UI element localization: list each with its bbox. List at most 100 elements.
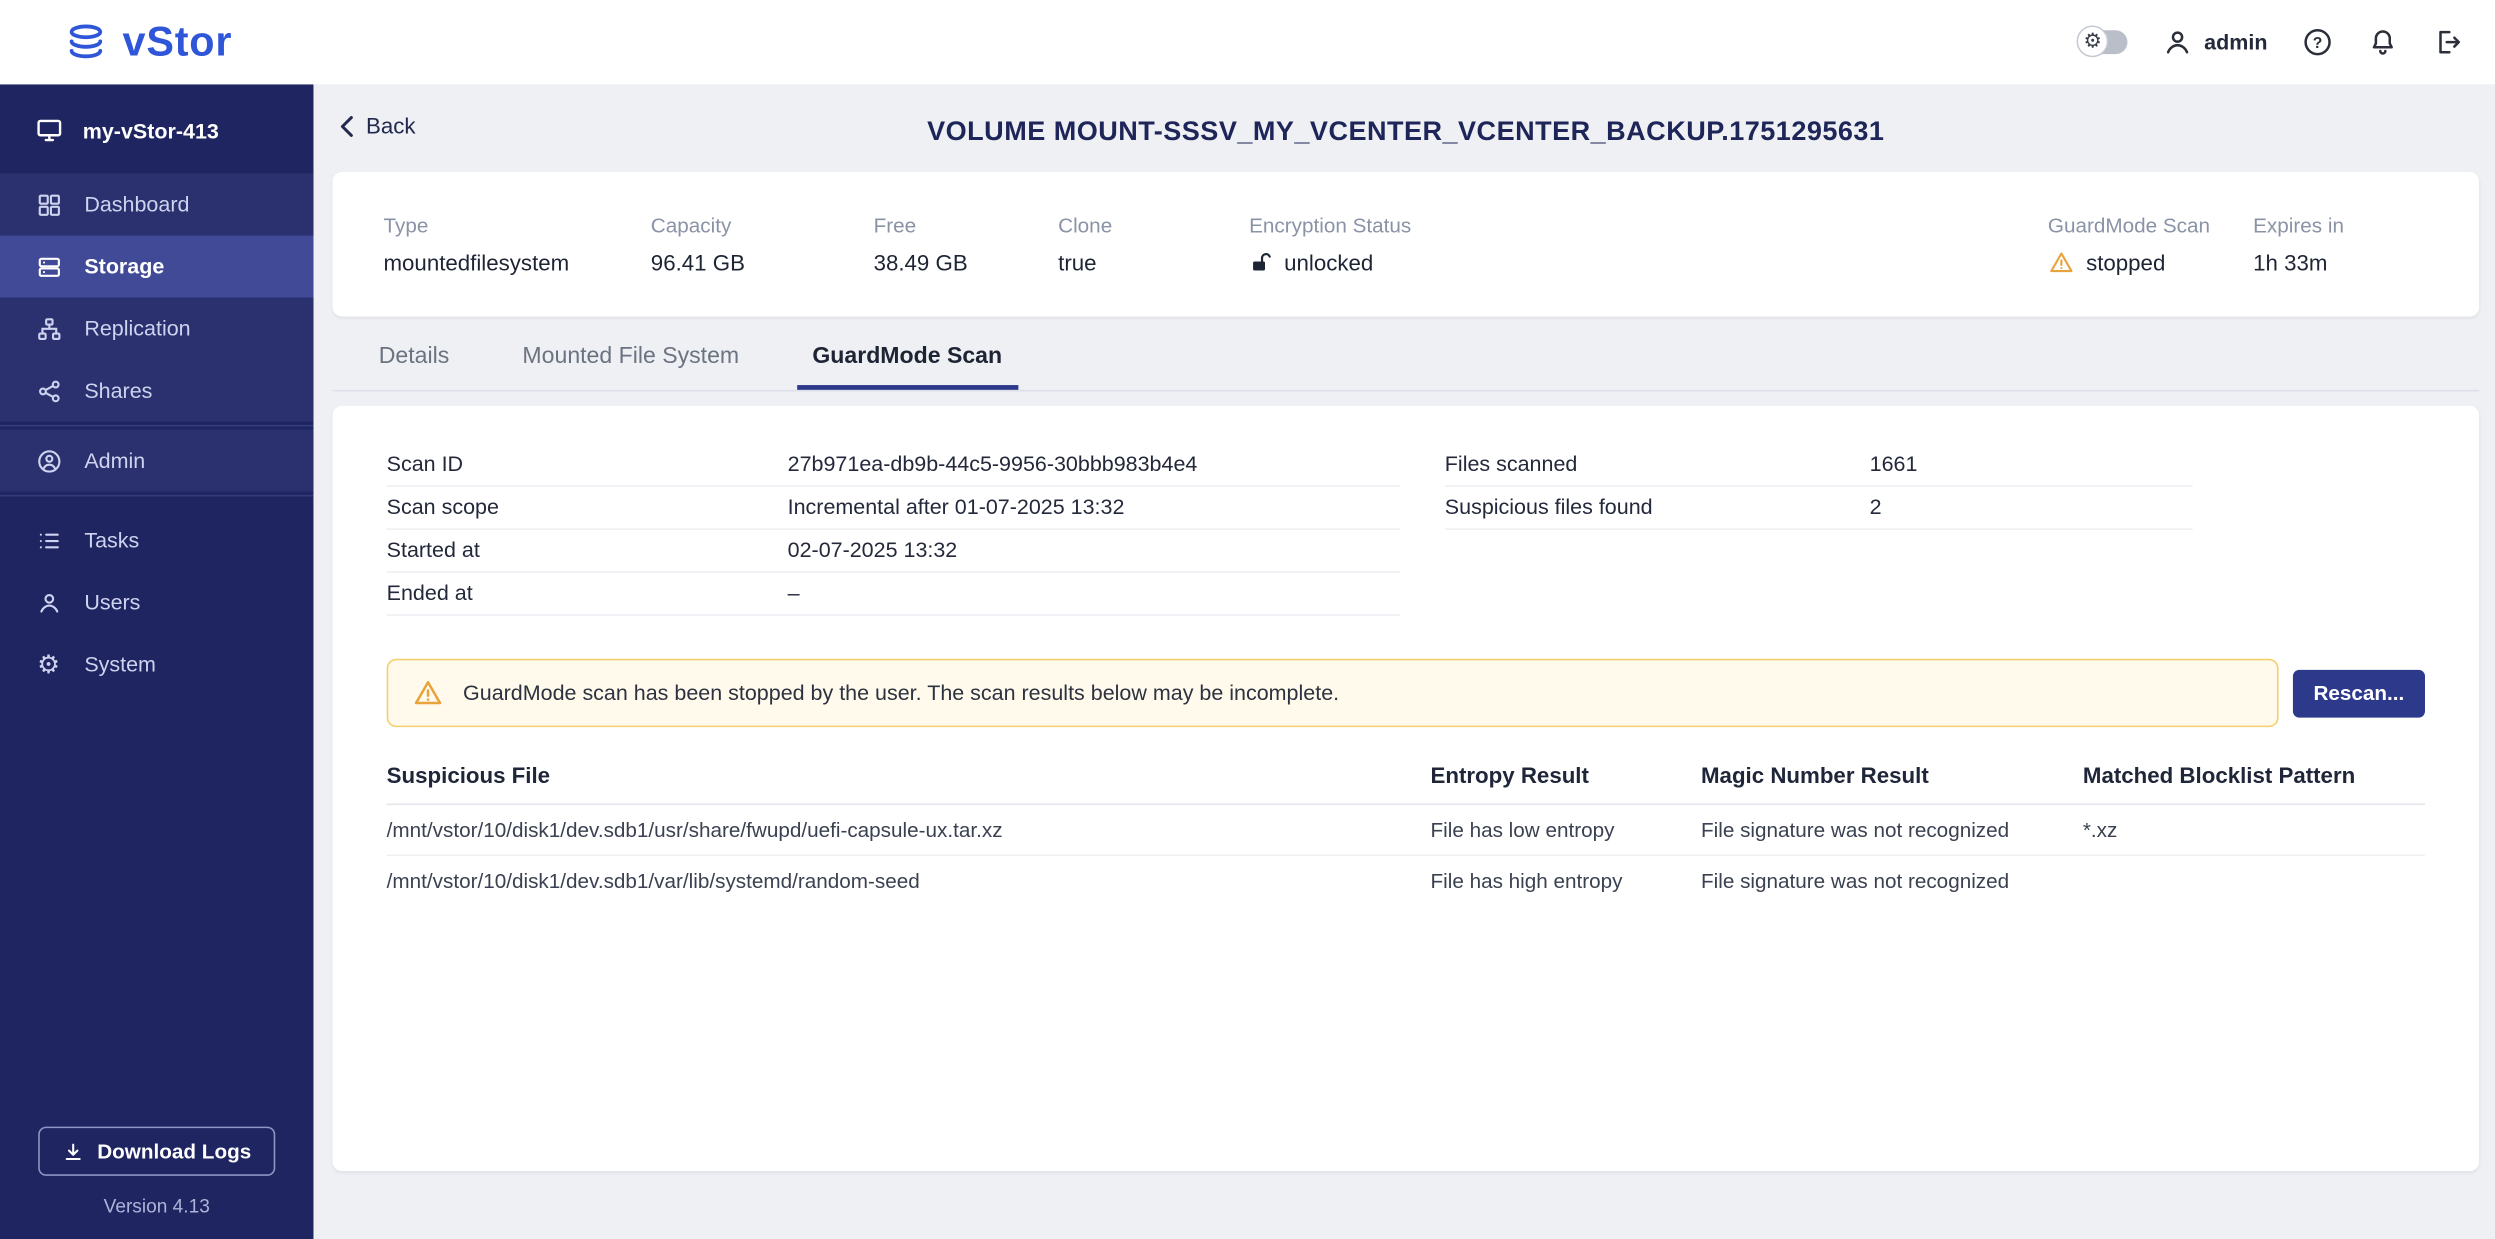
sidebar-item-admin[interactable]: Admin [0, 430, 313, 492]
unlock-icon [1249, 250, 1273, 275]
started-at-value: 02-07-2025 13:32 [788, 538, 958, 562]
sidebar: my-vStor-413 Dashboard Storage [0, 84, 313, 1239]
free-label: Free [874, 213, 1059, 237]
sidebar-item-label: Replication [84, 317, 190, 341]
notifications-bell-icon[interactable] [2368, 27, 2398, 57]
sidebar-item-label: System [84, 652, 156, 676]
sidebar-item-shares[interactable]: Shares [0, 360, 313, 422]
sidebar-item-label: Admin [84, 449, 145, 473]
sidebar-item-system[interactable]: ⚙ System [0, 633, 313, 695]
cell-entropy: File has high entropy [1430, 869, 1701, 893]
capacity-value: 96.41 GB [651, 250, 874, 275]
suspicious-files-row: Suspicious files found 2 [1445, 487, 2193, 530]
theme-toggle[interactable]: ⚙ [2080, 30, 2128, 54]
guardmode-scan-panel: Scan ID 27b971ea-db9b-44c5-9956-30bbb983… [333, 406, 2480, 1171]
cell-entropy: File has low entropy [1430, 818, 1701, 842]
guardmode-scan-label: GuardMode Scan [2048, 213, 2253, 237]
tasks-list-icon [35, 527, 62, 554]
type-label: Type [383, 213, 650, 237]
help-button[interactable]: ? [2302, 27, 2332, 57]
clone-value: true [1058, 250, 1249, 275]
scan-scope-row: Scan scope Incremental after 01-07-2025 … [387, 487, 1401, 530]
scan-id-row: Scan ID 27b971ea-db9b-44c5-9956-30bbb983… [387, 444, 1401, 487]
col-header-magic-number-result: Magic Number Result [1701, 762, 2083, 787]
sidebar-item-label: Storage [84, 255, 164, 279]
chevron-left-icon [339, 114, 355, 138]
tab-mounted-file-system[interactable]: Mounted File System [507, 344, 756, 390]
user-icon [2163, 27, 2193, 57]
col-header-suspicious-file: Suspicious File [387, 762, 1431, 787]
topbar: vStor ⚙ admin ? [0, 0, 2495, 84]
files-scanned-row: Files scanned 1661 [1445, 444, 2193, 487]
logout-icon[interactable] [2433, 27, 2463, 57]
volume-summary-card: Type mountedfilesystem Capacity 96.41 GB… [333, 172, 2480, 317]
encryption-status-label: Encryption Status [1249, 213, 1726, 237]
download-logs-button[interactable]: Download Logs [38, 1127, 275, 1176]
col-header-entropy-result: Entropy Result [1430, 762, 1701, 787]
sidebar-divider [0, 425, 313, 427]
tab-guardmode-scan[interactable]: GuardMode Scan [796, 344, 1018, 390]
user-name: admin [2204, 30, 2267, 54]
suspicious-files-table: Suspicious File Entropy Result Magic Num… [387, 762, 2425, 905]
brand-logo: vStor [64, 18, 233, 67]
cell-magic: File signature was not recognized [1701, 818, 2083, 842]
gear-icon: ⚙ [35, 651, 62, 678]
files-scanned-value: 1661 [1870, 452, 1918, 476]
sidebar-item-storage[interactable]: Storage [0, 235, 313, 297]
user-menu[interactable]: admin [2163, 27, 2268, 57]
col-header-matched-blocklist-pattern: Matched Blocklist Pattern [2083, 762, 2425, 787]
sidebar-system-name[interactable]: my-vStor-413 [0, 84, 313, 173]
download-icon [62, 1140, 84, 1162]
sidebar-item-dashboard[interactable]: Dashboard [0, 173, 313, 235]
encryption-status-value: unlocked [1284, 250, 1373, 275]
replication-icon [35, 315, 62, 342]
cell-pattern [2083, 869, 2425, 893]
svg-text:?: ? [2313, 35, 2323, 52]
suspicious-files-label: Suspicious files found [1445, 495, 1870, 519]
users-icon [35, 589, 62, 616]
brand-name: vStor [123, 18, 233, 67]
cell-file-path: /mnt/vstor/10/disk1/dev.sdb1/var/lib/sys… [387, 869, 1431, 893]
expires-in-value: 1h 33m [2253, 250, 2428, 275]
cell-file-path: /mnt/vstor/10/disk1/dev.sdb1/usr/share/f… [387, 818, 1431, 842]
warning-triangle-icon [412, 678, 444, 708]
expires-in-label: Expires in [2253, 213, 2428, 237]
files-scanned-label: Files scanned [1445, 452, 1870, 476]
clone-label: Clone [1058, 213, 1249, 237]
free-value: 38.49 GB [874, 250, 1059, 275]
tab-details[interactable]: Details [363, 344, 465, 390]
sidebar-item-label: Shares [84, 379, 152, 403]
share-icon [35, 377, 62, 404]
storage-icon [35, 253, 62, 280]
sidebar-divider [0, 495, 313, 497]
scan-scope-value: Incremental after 01-07-2025 13:32 [788, 495, 1125, 519]
table-row: /mnt/vstor/10/disk1/dev.sdb1/usr/share/f… [387, 805, 2425, 856]
sidebar-item-tasks[interactable]: Tasks [0, 509, 313, 571]
sidebar-item-replication[interactable]: Replication [0, 298, 313, 360]
scan-scope-label: Scan scope [387, 495, 788, 519]
started-at-label: Started at [387, 538, 788, 562]
capacity-label: Capacity [651, 213, 874, 237]
vstor-logo-icon [64, 20, 109, 65]
rescan-button[interactable]: Rescan... [2293, 669, 2425, 717]
app-window: vStor ⚙ admin ? [0, 0, 2495, 1239]
theme-toggle-track: ⚙ [2080, 30, 2128, 54]
main-content: Back VOLUME MOUNT-SSSV_MY_VCENTER_VCENTE… [313, 84, 2495, 1239]
page-title: VOLUME MOUNT-SSSV_MY_VCENTER_VCENTER_BAC… [333, 103, 2480, 148]
type-value: mountedfilesystem [383, 250, 650, 275]
sidebar-item-label: Users [84, 590, 140, 614]
gear-toggle-icon: ⚙ [2077, 25, 2109, 57]
admin-icon [35, 447, 62, 474]
back-button[interactable]: Back [339, 113, 416, 138]
suspicious-files-value: 2 [1870, 495, 1882, 519]
dashboard-icon [35, 191, 62, 218]
warning-triangle-icon [2048, 250, 2075, 275]
sidebar-item-users[interactable]: Users [0, 571, 313, 633]
table-row: /mnt/vstor/10/disk1/dev.sdb1/var/lib/sys… [387, 856, 2425, 905]
cell-pattern: *.xz [2083, 818, 2425, 842]
ended-at-row: Ended at – [387, 573, 1401, 616]
started-at-row: Started at 02-07-2025 13:32 [387, 530, 1401, 573]
tab-bar: Details Mounted File System GuardMode Sc… [333, 337, 2480, 391]
scan-stopped-warning-banner: GuardMode scan has been stopped by the u… [387, 659, 2279, 727]
ended-at-value: – [788, 581, 800, 605]
